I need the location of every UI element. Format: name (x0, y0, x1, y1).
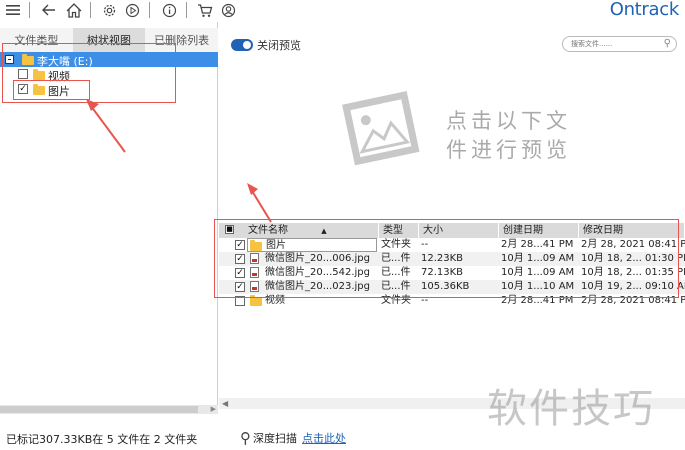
search-icon[interactable]: ⚲ (664, 38, 671, 49)
preview-toggle[interactable] (231, 39, 253, 51)
watermark-text: 软件技巧 (487, 386, 655, 432)
ontrack-logo: Ontrack (609, 0, 680, 20)
user-icon[interactable] (217, 0, 239, 20)
cart-icon[interactable] (194, 0, 216, 20)
toolbar-separator (29, 2, 30, 18)
home-icon[interactable] (63, 0, 85, 20)
preview-hint: 点击以下文 件进行预览 (446, 107, 571, 165)
search-input[interactable] (571, 38, 659, 50)
scrollbar-thumb[interactable] (0, 406, 198, 413)
toolbar-separator (90, 2, 91, 18)
play-icon[interactable] (121, 0, 143, 20)
folder-icon (250, 295, 262, 306)
toolbar-separator (149, 2, 150, 18)
scroll-left-icon[interactable]: ◀ (222, 399, 228, 408)
scroll-right-icon[interactable]: ▶ (211, 405, 216, 413)
preview-hint-line: 件进行预览 (446, 138, 571, 162)
deep-scan: ⚲ 深度扫描 点击此处 (240, 429, 346, 447)
gear-icon[interactable] (98, 0, 120, 20)
right-panel: 关闭预览 ⚲ 点击以下文 件进行预览 ■ 文件名称 ▲ 类型 大小 创建日期 修… (219, 22, 685, 414)
deep-scan-label: 深度扫描 (253, 432, 297, 445)
image-placeholder-icon (342, 91, 420, 166)
info-icon[interactable] (158, 0, 180, 20)
status-text: 已标记307.33KB在 5 文件在 2 文件夹 (6, 433, 198, 446)
annotation-box-table (214, 219, 679, 298)
left-horizontal-scrollbar[interactable]: ▶ (0, 405, 218, 414)
menu-icon[interactable] (2, 0, 24, 20)
click-here-link[interactable]: 点击此处 (302, 430, 346, 446)
annotation-box-pictures (13, 80, 90, 100)
search-icon: ⚲ (240, 429, 251, 447)
preview-toggle-label: 关闭预览 (257, 39, 301, 52)
search-box[interactable]: ⚲ (562, 36, 677, 52)
preview-hint-line: 点击以下文 (446, 109, 571, 133)
back-icon[interactable] (38, 0, 60, 20)
toolbar-separator (186, 2, 187, 18)
toolbar: Ontrack (0, 0, 685, 22)
